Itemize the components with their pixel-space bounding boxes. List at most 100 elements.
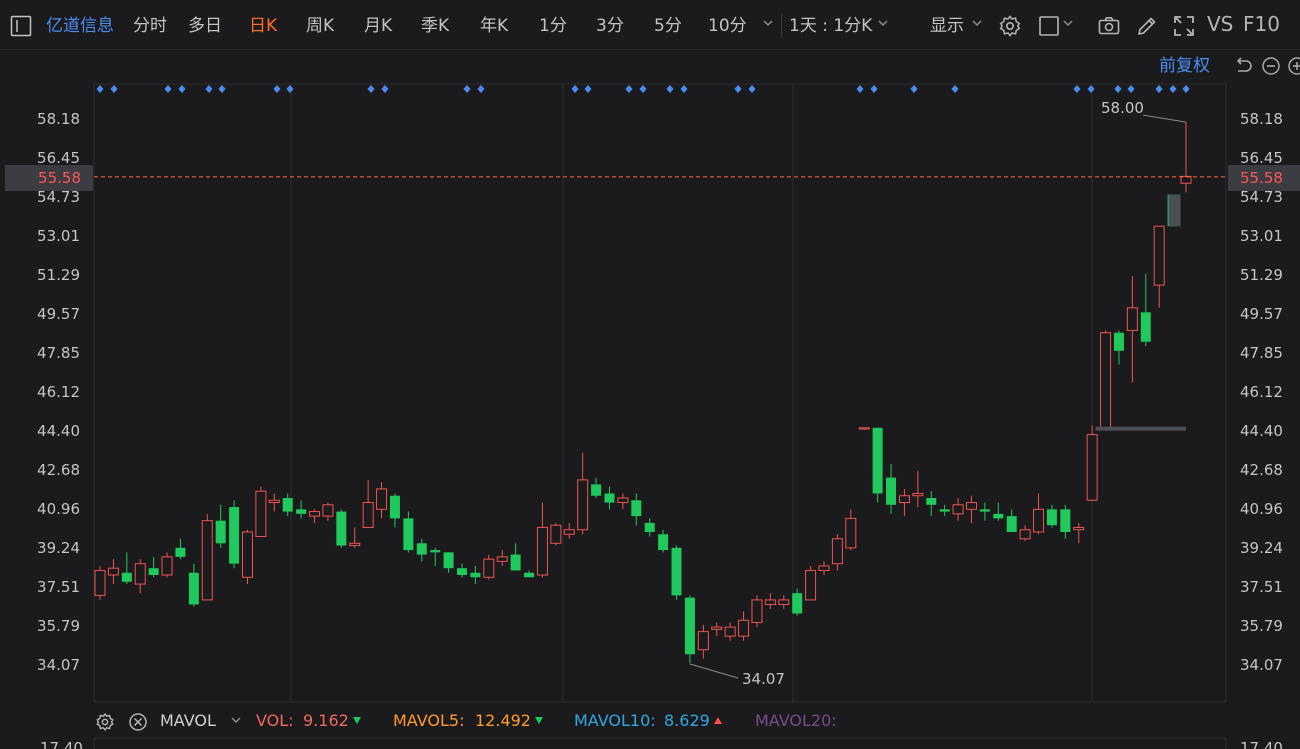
candle-body-down <box>604 493 615 503</box>
candle-body-up <box>94 569 106 596</box>
candle-body-down <box>336 511 347 546</box>
y-axis-tick-left: 35.79 <box>37 617 80 635</box>
event-marker <box>571 85 579 93</box>
candle-body-down <box>1140 312 1151 342</box>
event-marker <box>1182 85 1190 93</box>
candle-body-up <box>738 619 750 637</box>
y-axis-tick-left: 37.51 <box>37 578 80 596</box>
event-marker <box>1073 85 1081 93</box>
candle-body-up <box>751 599 763 624</box>
candle-body-down <box>926 498 937 505</box>
y-axis-tick-left: 53.01 <box>37 227 80 245</box>
candle-body-up <box>1073 526 1085 531</box>
volume-pane-frame <box>93 737 1227 749</box>
candle-body-up <box>1033 508 1045 533</box>
y-axis-tick-right: 35.79 <box>1240 617 1283 635</box>
gap-marker <box>1095 426 1186 431</box>
candle-body-down <box>631 500 642 517</box>
mavol5-value: 12.492 <box>475 711 543 731</box>
candle-body-down <box>979 509 990 512</box>
event-marker <box>666 85 674 93</box>
candle-body-up <box>912 492 924 497</box>
candle-body-down <box>389 495 400 519</box>
adjust-mode-label[interactable]: 前复权 <box>1159 54 1210 78</box>
candle-body-up <box>818 565 830 571</box>
candle-body-up <box>1126 307 1138 331</box>
candle-body-down <box>175 547 186 557</box>
event-marker <box>367 85 375 93</box>
zoom-in-icon[interactable] <box>1287 56 1300 76</box>
vol-value: 9.162 <box>303 711 361 731</box>
indicator-select[interactable]: MAVOL <box>160 711 216 731</box>
y-axis-tick-left: 51.29 <box>37 266 80 284</box>
event-marker <box>1114 85 1122 93</box>
candle-body-down <box>886 477 897 505</box>
chevron-down-icon[interactable] <box>231 715 241 725</box>
candle-body-down <box>121 572 132 582</box>
annotations: 58.00 34.07 <box>94 99 1226 688</box>
y-axis-tick-left: 39.24 <box>37 539 80 557</box>
candle-body-down <box>1113 332 1124 351</box>
candle-body-down <box>470 572 481 578</box>
mavol10-label: MAVOL10: <box>574 711 656 730</box>
y-axis-tick-left: 49.57 <box>37 305 80 323</box>
gap-marker <box>1168 194 1181 227</box>
y-axis-tick-left: 47.85 <box>37 344 80 362</box>
candle-body-down <box>229 507 240 564</box>
y-axis-tick-left: 58.18 <box>37 110 80 128</box>
y-axis-tick-left: 40.96 <box>37 500 80 518</box>
high-annotation: 58.00 <box>1101 99 1144 117</box>
event-marker <box>734 85 742 93</box>
candle-body-up <box>952 504 964 515</box>
candle-body-up <box>496 556 508 562</box>
candle-body-down <box>1006 516 1017 532</box>
event-marker <box>218 85 226 93</box>
y-axis-tick-right: 46.12 <box>1240 383 1283 401</box>
mavol20-label: MAVOL20: <box>755 711 837 730</box>
candle-body-up <box>1153 225 1165 286</box>
candle-body-down <box>282 498 293 512</box>
close-icon[interactable] <box>128 712 148 732</box>
candle-body-up <box>1180 175 1192 184</box>
event-markers <box>96 85 1190 93</box>
candle-body-down <box>1060 509 1071 532</box>
current-price-tag-right: 55.58 <box>1228 165 1300 191</box>
candle-body-up <box>898 495 910 504</box>
low-annotation-leader <box>689 663 739 679</box>
candle-body-up <box>268 499 280 504</box>
zoom-out-icon[interactable] <box>1261 56 1281 76</box>
candle-body-down <box>215 520 226 544</box>
candlestick-chart[interactable]: 58.18 58.1856.45 56.4554.73 54.7353.01 53.01… <box>0 0 1300 749</box>
candle-body-down <box>524 572 535 578</box>
candle-body-up <box>965 502 977 510</box>
event-marker <box>584 85 592 93</box>
candles <box>94 122 1192 664</box>
candle-body-down <box>591 484 602 496</box>
candle-body-down <box>430 550 441 553</box>
candle-body-up <box>711 626 723 630</box>
candle-body-up <box>376 488 388 510</box>
candle-body-up <box>577 479 589 531</box>
y-axis-tick-right: 47.85 <box>1240 344 1283 362</box>
low-annotation: 34.07 <box>742 670 785 688</box>
undo-icon[interactable] <box>1233 56 1253 76</box>
candle-body-up <box>349 542 361 547</box>
candle-body-up <box>536 526 548 576</box>
candle-body-up <box>255 490 267 538</box>
candle-body-up <box>845 517 857 549</box>
candle-body-up <box>724 626 736 637</box>
event-marker <box>625 85 633 93</box>
candle-body-up <box>241 531 253 578</box>
vol-label: VOL: <box>256 711 294 730</box>
gear-icon[interactable] <box>95 712 115 732</box>
current-price-tag-left: 55.58 <box>5 165 93 191</box>
event-marker <box>1127 85 1135 93</box>
candle-body-down <box>510 554 521 571</box>
candle-body-down <box>457 568 467 576</box>
event-marker <box>477 85 485 93</box>
candle-body-down <box>872 427 883 494</box>
candle-body-down <box>1046 509 1057 526</box>
candle-body-up <box>778 599 790 605</box>
high-annotation-leader <box>1142 114 1187 123</box>
y-axis-tick-right: 37.51 <box>1240 578 1283 596</box>
